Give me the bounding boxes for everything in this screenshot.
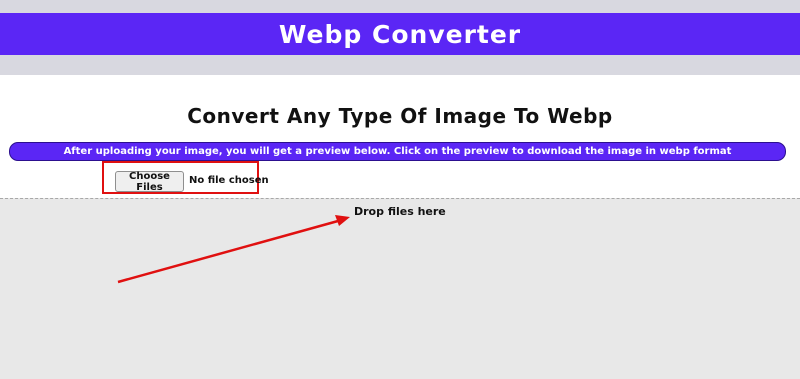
top-strip <box>0 0 800 13</box>
info-banner: After uploading your image, you will get… <box>9 142 786 161</box>
page-heading: Convert Any Type Of Image To Webp <box>187 104 613 128</box>
file-status-text: No file chosen <box>189 175 269 186</box>
choose-files-button[interactable]: Choose Files <box>115 171 184 193</box>
site-title: Webp Converter <box>278 19 522 49</box>
drop-zone-label: Drop files here <box>354 205 446 218</box>
drop-zone[interactable] <box>0 198 800 379</box>
site-header: Webp Converter <box>0 13 800 55</box>
header-band <box>0 55 800 75</box>
info-text: After uploading your image, you will get… <box>63 146 732 157</box>
